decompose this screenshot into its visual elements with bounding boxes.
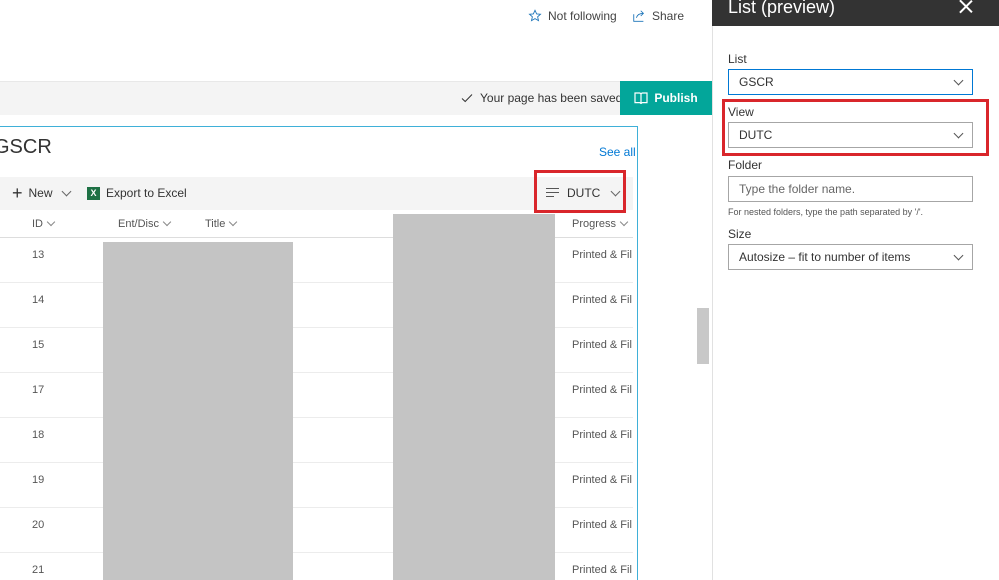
row-id: 19	[32, 474, 45, 486]
publish-label: Publish	[654, 91, 698, 105]
column-header-label: Title	[205, 218, 226, 230]
checkmark-icon	[461, 94, 473, 103]
export-excel-button[interactable]: X Export to Excel	[87, 186, 187, 200]
size-label: Size	[728, 227, 752, 241]
webpart-title: GSCR	[0, 136, 52, 158]
column-header-id[interactable]: ID	[32, 217, 56, 230]
follow-label: Not following	[548, 9, 617, 23]
excel-icon: X	[87, 186, 100, 200]
row-progress: Printed & Filed	[572, 474, 632, 486]
redacted-block	[103, 242, 293, 580]
row-progress: Printed & Filed	[572, 429, 632, 441]
row-progress: Printed & Filed	[572, 384, 632, 396]
share-label: Share	[652, 9, 685, 23]
chevron-down-icon	[46, 217, 56, 227]
list-label: List	[728, 52, 747, 66]
publish-button[interactable]: Publish	[620, 81, 712, 115]
row-id: 18	[32, 429, 45, 441]
row-progress: Printed & Filed	[572, 249, 632, 261]
row-progress: Printed & Filed	[572, 564, 632, 576]
chevron-down-icon	[953, 250, 964, 260]
save-status-text: Your page has been saved	[480, 91, 623, 105]
star-icon	[528, 9, 542, 22]
share-icon	[633, 10, 644, 22]
export-excel-label: Export to Excel	[106, 186, 187, 200]
column-header-label: Ent/Disc	[118, 218, 159, 230]
scrollbar-thumb[interactable]	[697, 308, 709, 364]
save-status: Your page has been saved	[461, 91, 622, 105]
folder-label: Folder	[728, 158, 763, 172]
close-icon[interactable]	[958, 0, 974, 16]
row-progress: Printed & Filed	[572, 339, 632, 351]
highlight-box-view-dropdown	[722, 99, 989, 156]
new-label: New	[28, 186, 53, 200]
list-dropdown[interactable]: GSCR	[728, 69, 973, 95]
size-dropdown[interactable]: Autosize – fit to number of items	[728, 244, 973, 270]
row-id: 20	[32, 519, 45, 531]
row-id: 21	[32, 564, 45, 576]
folder-input-placeholder: Type the folder name.	[739, 182, 856, 196]
chevron-down-icon	[953, 75, 964, 85]
new-button[interactable]: + New	[12, 183, 71, 203]
chevron-down-icon	[162, 217, 172, 227]
chevron-down-icon	[229, 217, 238, 227]
share-button[interactable]: Share	[632, 9, 684, 23]
book-icon	[634, 92, 648, 105]
row-id: 13	[32, 249, 45, 261]
folder-input[interactable]: Type the folder name.	[728, 176, 973, 202]
column-header-ent-disc[interactable]: Ent/Disc	[118, 217, 172, 230]
list-dropdown-value: GSCR	[739, 75, 774, 89]
follow-button[interactable]: Not following	[528, 9, 617, 23]
row-progress: Printed & Filed	[572, 294, 632, 306]
column-header-label: Progress	[572, 218, 617, 230]
chevron-down-icon	[619, 217, 629, 227]
row-id: 14	[32, 294, 45, 306]
see-all-link[interactable]: See all	[599, 145, 636, 159]
plus-icon: +	[12, 183, 23, 203]
panel-title: List (preview)	[728, 0, 836, 17]
row-id: 17	[32, 384, 45, 396]
row-progress: Printed & Filed	[572, 519, 632, 531]
redacted-block	[393, 214, 555, 580]
row-id: 15	[32, 339, 45, 351]
size-dropdown-value: Autosize – fit to number of items	[739, 250, 911, 264]
column-header-progress[interactable]: Progress	[572, 217, 629, 230]
folder-hint: For nested folders, type the path separa…	[728, 207, 924, 217]
chevron-down-icon	[61, 186, 71, 196]
column-header-title[interactable]: Title	[205, 217, 238, 230]
highlight-box-view-selector	[534, 170, 626, 213]
column-header-label: ID	[32, 218, 43, 230]
